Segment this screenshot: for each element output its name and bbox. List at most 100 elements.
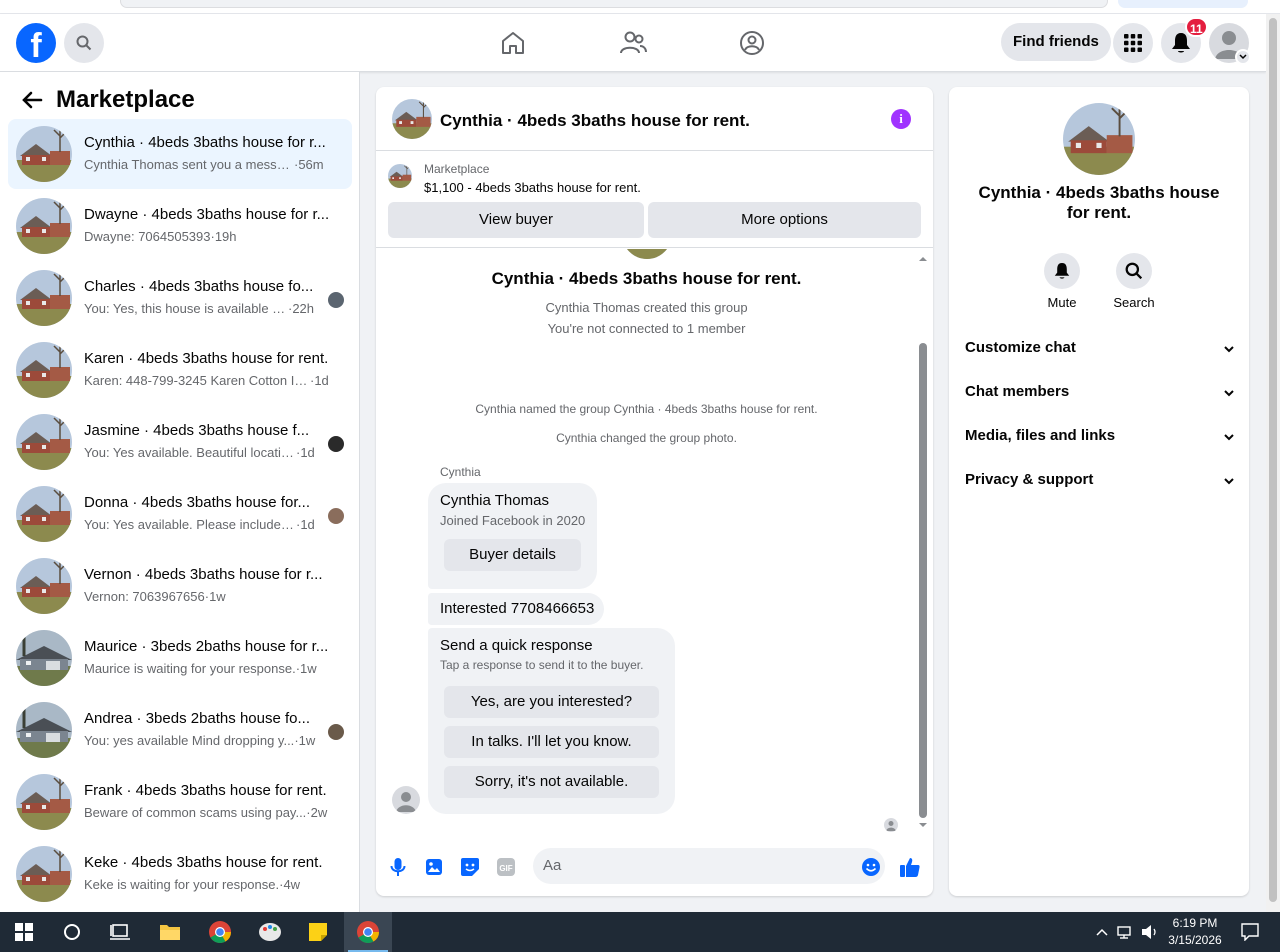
marketplace-listing-banner: Marketplace $1,100 - 4beds 3baths house … (376, 152, 933, 248)
conversation-item[interactable]: Dwayne · 4beds 3baths house for r... Dwa… (8, 191, 352, 261)
facebook-logo[interactable]: f (16, 23, 56, 63)
chevron-up-icon (1096, 928, 1108, 936)
voice-clip-button[interactable] (386, 855, 410, 879)
find-friends-button[interactable]: Find friends (1001, 23, 1111, 61)
page-scrollbar[interactable] (1266, 14, 1280, 912)
search-action[interactable]: Search (1104, 253, 1164, 310)
conversation-preview: Dwayne: 7064505393·19h (84, 229, 237, 244)
page-scrollbar-thumb[interactable] (1269, 18, 1277, 902)
conversation-item[interactable]: Cynthia · 4beds 3baths house for r... Cy… (8, 119, 352, 189)
sticker-button[interactable] (458, 855, 482, 879)
search-icon (1125, 262, 1143, 280)
search-icon (76, 35, 92, 51)
friends-icon (620, 31, 647, 54)
conversation-preview: Karen: 448-799-3245 Karen Cotton I r... ·… (84, 373, 329, 388)
clock[interactable]: 6:19 PM 3/15/2026 (1164, 915, 1226, 949)
chevron-down-icon (1224, 346, 1234, 353)
thumbs-up-icon (900, 858, 920, 877)
group-photo (622, 249, 672, 259)
mute-button[interactable] (1044, 253, 1080, 289)
account-menu-caret[interactable] (1235, 49, 1251, 65)
conversation-name: Karen · 4beds 3baths house for rent. (84, 350, 329, 367)
conversation-item[interactable]: Andrea · 3beds 2baths house fo... You: y… (8, 695, 352, 765)
view-buyer-button[interactable]: View buyer (388, 202, 644, 238)
conversation-item[interactable]: Frank · 4beds 3baths house for rent. Bew… (8, 767, 352, 837)
scroll-down-arrow-icon (919, 823, 927, 827)
buyer-details-button[interactable]: Buyer details (444, 539, 581, 571)
back-button[interactable] (18, 86, 46, 114)
volume-button[interactable] (1138, 912, 1162, 952)
conversation-item[interactable]: Charles · 4beds 3baths house fo... You: … (8, 263, 352, 333)
paint-button[interactable] (246, 912, 294, 952)
group-named-event: Cynthia named the group Cynthia · 4beds … (475, 402, 818, 416)
action-center-button[interactable] (1226, 912, 1274, 952)
conversation-preview: Keke is waiting for your response. ·4w (84, 877, 301, 892)
privacy-support-section[interactable]: Privacy & support (957, 459, 1241, 503)
message-input[interactable]: Aa (533, 848, 885, 884)
start-button[interactable] (0, 912, 48, 952)
cortana-search-button[interactable] (48, 912, 96, 952)
conversation-item[interactable]: Jasmine · 4beds 3baths house f... You: Y… (8, 407, 352, 477)
gif-button[interactable]: GIF (494, 855, 518, 879)
sender-avatar[interactable] (392, 786, 420, 814)
sticky-notes-button[interactable] (294, 912, 342, 952)
message-scrollbar-thumb[interactable] (919, 343, 927, 818)
buyer-joined: Joined Facebook in 2020 (440, 513, 586, 528)
group-avatar[interactable] (1063, 103, 1135, 175)
page-title: Marketplace (56, 86, 195, 113)
send-like-button[interactable] (898, 855, 922, 879)
show-hidden-icons-button[interactable] (1090, 912, 1114, 952)
chat-title[interactable]: Cynthia · 4beds 3baths house for rent. (440, 111, 750, 131)
quick-response-in-talks[interactable]: In talks. I'll let you know. (444, 726, 659, 758)
customize-chat-section[interactable]: Customize chat (957, 327, 1241, 371)
chat-avatar[interactable] (392, 99, 432, 139)
mute-action[interactable]: Mute (1032, 253, 1092, 310)
more-options-button[interactable]: More options (648, 202, 921, 238)
section-label: Chat members (965, 383, 1070, 400)
photo-icon (426, 859, 442, 875)
listing-thumbnail (16, 414, 72, 470)
task-view-button[interactable] (96, 912, 144, 952)
chat-members-section[interactable]: Chat members (957, 371, 1241, 415)
attach-photo-button[interactable] (422, 855, 446, 879)
conversation-item[interactable]: Maurice · 3beds 2baths house for r... Ma… (8, 623, 352, 693)
conversation-item[interactable]: Vernon · 4beds 3baths house for r... Ver… (8, 551, 352, 621)
quick-response-not-available[interactable]: Sorry, it's not available. (444, 766, 659, 798)
friends-nav-button[interactable] (617, 27, 649, 59)
listing-thumbnail (16, 126, 72, 182)
quick-response-yes[interactable]: Yes, are you interested? (444, 686, 659, 718)
group-photo-event: Cynthia changed the group photo. (556, 431, 737, 445)
chrome-icon (357, 921, 379, 943)
chrome-icon (209, 921, 231, 943)
info-icon[interactable]: i (891, 109, 911, 129)
network-icon (1117, 926, 1131, 939)
message-scrollbar[interactable] (917, 255, 929, 829)
browser-profile-pill[interactable] (1118, 0, 1248, 8)
marketplace-label: Marketplace (424, 162, 490, 176)
chrome-taskbar-button[interactable] (196, 912, 244, 952)
home-nav-button[interactable] (497, 27, 529, 59)
conversation-item[interactable]: Karen · 4beds 3baths house for rent. Kar… (8, 335, 352, 405)
search-button[interactable] (64, 23, 104, 63)
emoji-button[interactable] (859, 855, 883, 879)
network-button[interactable] (1114, 912, 1138, 952)
listing-price-title[interactable]: $1,100 - 4beds 3baths house for rent. (424, 180, 641, 195)
menu-button[interactable] (1113, 23, 1153, 63)
file-explorer-button[interactable] (146, 912, 194, 952)
groups-nav-button[interactable] (736, 27, 768, 59)
search-label: Search (1113, 295, 1155, 310)
conversation-item[interactable]: Donna · 4beds 3baths house for... You: Y… (8, 479, 352, 549)
clock-time: 6:19 PM (1172, 916, 1218, 930)
message-list[interactable]: Cynthia · 4beds 3baths house for rent. C… (376, 249, 933, 839)
address-bar[interactable] (120, 0, 1108, 8)
clock-date: 3/15/2026 (1168, 933, 1222, 947)
media-files-links-section[interactable]: Media, files and links (957, 415, 1241, 459)
chrome-active-window-button[interactable] (344, 912, 392, 952)
emoji-icon (862, 858, 880, 876)
svg-text:GIF: GIF (499, 864, 512, 873)
quick-response-subtitle: Tap a response to send it to the buyer. (440, 658, 644, 672)
search-in-chat-button[interactable] (1116, 253, 1152, 289)
listing-thumbnail (16, 630, 72, 686)
browser-toolbar (0, 0, 1280, 14)
conversation-item[interactable]: Keke · 4beds 3baths house for rent. Keke… (8, 839, 352, 909)
